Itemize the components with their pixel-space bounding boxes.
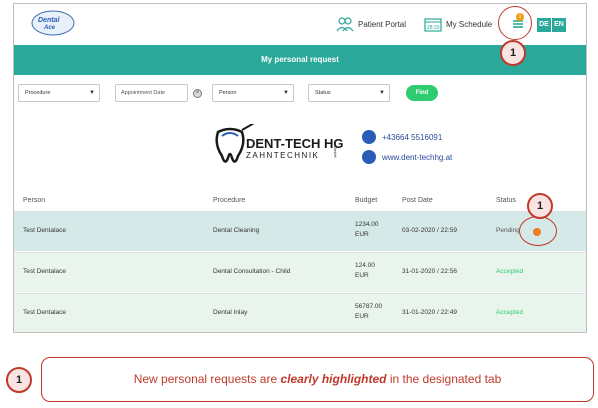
dent-tech-logo: DENT-TECH HG ZAHNTECHNIK GmbH (215, 124, 344, 163)
procedure-select-value: Procedure (25, 90, 51, 96)
row-person: Test Dentalace (23, 227, 66, 234)
table-row[interactable]: Test Dentalace Dental Consultation - Chi… (14, 252, 586, 292)
website-url: www.dent-techhg.at (382, 152, 453, 162)
header-person: Person (23, 197, 46, 204)
row-budget-currency: EUR (355, 272, 369, 279)
row-budget-amount: 1234.00 (355, 221, 379, 228)
person-select[interactable]: Person ▼ (212, 84, 294, 102)
header-procedure: Procedure (213, 197, 246, 204)
row-status: Accepted (496, 268, 524, 275)
svg-text:Dental: Dental (38, 17, 60, 24)
row-procedure: Dental Inlay (213, 309, 248, 316)
company-gmbh: GmbH (333, 146, 338, 158)
row-status: Accepted (496, 309, 524, 316)
row-post-date: 03-02-2020 / 22:59 (402, 227, 457, 234)
my-schedule-link[interactable]: 28:33 My Schedule (424, 16, 492, 32)
appointment-date-input[interactable]: Appointment Date (115, 84, 188, 102)
company-name: DENT-TECH HG (246, 136, 344, 151)
patient-portal-icon (336, 17, 354, 32)
header-status: Status (496, 197, 516, 204)
table-header: Person Procedure Budget Post Date Status (14, 192, 586, 210)
annotation-note: New personal requests are clearly highli… (41, 357, 594, 402)
chevron-down-icon: ▼ (89, 90, 95, 96)
calendar-icon: 28:33 (424, 18, 442, 32)
row-status: Pending (496, 227, 520, 234)
company-info: DENT-TECH HG ZAHNTECHNIK GmbH +43664 551… (14, 122, 586, 182)
lang-de-button[interactable]: DE (537, 18, 551, 32)
chevron-down-icon: ▼ (283, 90, 289, 96)
note-emphasis: clearly highlighted (280, 372, 387, 386)
svg-text:Ace: Ace (43, 25, 56, 31)
row-budget-amount: 124.00 (355, 262, 375, 269)
table-row[interactable]: Test Dentalace Dental Cleaning 1234.00 E… (14, 211, 586, 251)
website-contact[interactable]: www.dent-techhg.at (362, 150, 452, 164)
my-schedule-label: My Schedule (446, 19, 493, 29)
patient-portal-label: Patient Portal (358, 19, 407, 29)
find-button[interactable]: Find (406, 85, 438, 101)
menu-highlight-ring (498, 6, 532, 40)
callout-number: 1 (500, 40, 526, 66)
svg-text:28:33: 28:33 (427, 25, 440, 31)
row-budget-amount: 56787.00 (355, 303, 383, 310)
clear-date-button[interactable]: × (193, 89, 202, 98)
lang-en-button[interactable]: EN (552, 18, 566, 32)
table-row[interactable]: Test Dentalace Dental Inlay 56787.00 EUR… (14, 293, 586, 332)
callout-number: 1 (6, 367, 32, 393)
note-prefix: New personal requests are (133, 372, 281, 386)
note-suffix: in the designated tab (386, 372, 502, 386)
row-post-date: 31-01-2020 / 22:56 (402, 268, 457, 275)
row-budget-currency: EUR (355, 231, 369, 238)
patient-portal-link[interactable]: Patient Portal (336, 16, 406, 32)
row-procedure: Dental Cleaning (213, 227, 260, 234)
callout-number: 1 (527, 193, 553, 219)
header-post-date: Post Date (402, 197, 433, 204)
company-sub: ZAHNTECHNIK (246, 151, 319, 160)
header-budget: Budget (355, 197, 378, 204)
phone-icon (362, 130, 376, 144)
row-budget-currency: EUR (355, 313, 369, 320)
globe-icon (362, 150, 376, 164)
phone-contact[interactable]: +43664 5516091 (362, 130, 442, 144)
chevron-down-icon: ▼ (379, 90, 385, 96)
procedure-select[interactable]: Procedure ▼ (18, 84, 100, 102)
status-highlight-ring (519, 216, 557, 246)
person-select-value: Person (219, 90, 237, 96)
phone-number: +43664 5516091 (382, 132, 443, 142)
dental-ace-logo[interactable]: Dental Ace (30, 8, 76, 38)
status-select[interactable]: Status ▼ (308, 84, 390, 102)
row-person: Test Dentalace (23, 268, 66, 275)
row-person: Test Dentalace (23, 309, 66, 316)
row-post-date: 31-01-2020 / 22:49 (402, 309, 457, 316)
status-select-value: Status (315, 90, 331, 96)
row-procedure: Dental Consultation - Child (213, 268, 291, 275)
